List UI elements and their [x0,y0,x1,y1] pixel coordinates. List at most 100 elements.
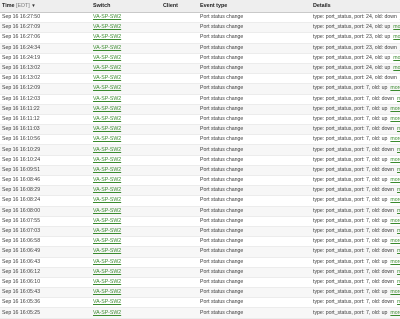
switch-link[interactable]: VA-SP-SW2 [93,96,121,102]
column-header-switch[interactable]: Switch [91,0,161,13]
switch-link[interactable]: VA-SP-SW2 [93,14,121,20]
more-details-link[interactable]: more » [390,177,400,183]
cell-details: type: port_status, port: 24, old: upmore… [311,63,400,73]
table-row: Sep 16 16:06:58VA-SP-SW2Port status chan… [0,237,400,247]
details-text: type: port_status, port: 7, old: up [313,85,387,91]
cell-switch: VA-SP-SW2 [91,277,161,287]
column-header-time[interactable]: Time [EDT] ▼ [0,0,91,13]
cell-time: Sep 16 16:06:12 [0,267,91,277]
more-details-link[interactable]: more » [393,34,400,40]
switch-link[interactable]: VA-SP-SW2 [93,208,121,214]
more-details-link[interactable]: more » [390,259,400,265]
more-details-link[interactable]: more » [393,65,400,71]
switch-link[interactable]: VA-SP-SW2 [93,147,121,153]
cell-event-type: Port status change [198,135,311,145]
more-details-link[interactable]: more » [390,136,400,142]
more-details-link[interactable]: more » [390,238,400,244]
cell-details: type: port_status, port: 7, old: upmore … [311,196,400,206]
switch-link[interactable]: VA-SP-SW2 [93,34,121,40]
cell-client [161,74,198,84]
table-row: Sep 16 16:06:12VA-SP-SW2Port status chan… [0,267,400,277]
sort-descending-icon[interactable]: ▼ [31,3,35,8]
more-details-link[interactable]: more » [390,310,400,316]
cell-time: Sep 16 16:10:29 [0,145,91,155]
switch-link[interactable]: VA-SP-SW2 [93,218,121,224]
more-details-link[interactable]: more » [390,85,400,91]
switch-link[interactable]: VA-SP-SW2 [93,55,121,61]
cell-details: type: port_status, port: 7, old: upmore … [311,155,400,165]
details-text: type: port_status, port: 7, old: down [313,299,394,305]
details-text: type: port_status, port: 7, old: up [313,116,387,122]
switch-link[interactable]: VA-SP-SW2 [93,269,121,275]
switch-link[interactable]: VA-SP-SW2 [93,45,121,51]
details-text: type: port_status, port: 24, old: down [313,14,397,20]
cell-event-type: Port status change [198,53,311,63]
cell-client [161,23,198,33]
switch-link[interactable]: VA-SP-SW2 [93,289,121,295]
table-row: Sep 16 16:13:02VA-SP-SW2Port status chan… [0,63,400,73]
switch-link[interactable]: VA-SP-SW2 [93,167,121,173]
switch-link[interactable]: VA-SP-SW2 [93,75,121,81]
cell-switch: VA-SP-SW2 [91,257,161,267]
cell-time: Sep 16 16:06:10 [0,277,91,287]
switch-link[interactable]: VA-SP-SW2 [93,85,121,91]
cell-details: type: port_status, port: 7, old: downmor… [311,94,400,104]
switch-link[interactable]: VA-SP-SW2 [93,197,121,203]
cell-switch: VA-SP-SW2 [91,165,161,175]
switch-link[interactable]: VA-SP-SW2 [93,106,121,112]
more-details-link[interactable]: more » [393,55,400,61]
more-details-link[interactable]: more » [390,106,400,112]
cell-client [161,237,198,247]
cell-time: Sep 16 16:10:24 [0,155,91,165]
more-details-link[interactable]: more » [390,116,400,122]
cell-event-type: Port status change [198,104,311,114]
cell-switch: VA-SP-SW2 [91,237,161,247]
cell-event-type: Port status change [198,298,311,308]
cell-client [161,298,198,308]
more-details-link[interactable]: more » [390,218,400,224]
cell-client [161,135,198,145]
column-header-details[interactable]: Details [311,0,400,13]
cell-switch: VA-SP-SW2 [91,63,161,73]
table-row: Sep 16 16:11:22VA-SP-SW2 Port status chan… [0,104,400,114]
switch-link[interactable]: VA-SP-SW2 [93,248,121,254]
more-details-link[interactable]: more » [393,24,400,30]
details-text: type: port_status, port: 7, old: up [313,238,387,244]
cell-switch: VA-SP-SW2 [91,267,161,277]
cell-event-type: Port status change [198,33,311,43]
more-details-link[interactable]: more » [390,157,400,163]
switch-link[interactable]: VA-SP-SW2 [93,299,121,305]
cell-client [161,84,198,94]
table-row: Sep 16 16:08:00VA-SP-SW2Port status chan… [0,206,400,216]
column-header-client[interactable]: Client [161,0,198,13]
table-row: Sep 16 16:27:06VA-SP-SW2Port status chan… [0,33,400,43]
cell-time: Sep 16 16:11:22 [0,104,91,114]
cell-client [161,165,198,175]
table-row: Sep 16 16:13:02VA-SP-SW2Port status chan… [0,74,400,84]
switch-link[interactable]: VA-SP-SW2 [93,24,121,30]
cell-client [161,63,198,73]
more-details-link[interactable]: more » [390,197,400,203]
table-row: Sep 16 16:12:09VA-SP-SW2Port status chan… [0,84,400,94]
cell-details: type: port_status, port: 7, old: downmor… [311,125,400,135]
cell-details: type: port_status, port: 23, old: downmo… [311,43,400,53]
column-header-event-type[interactable]: Event type [198,0,311,13]
cell-time: Sep 16 16:13:02 [0,74,91,84]
more-details-link[interactable]: more » [390,289,400,295]
cell-switch: VA-SP-SW2 [91,43,161,53]
switch-link[interactable]: VA-SP-SW2 [93,126,121,132]
switch-link[interactable]: VA-SP-SW2 [93,65,121,71]
switch-link[interactable]: VA-SP-SW2 [93,259,121,265]
switch-link[interactable]: VA-SP-SW2 [93,310,121,316]
switch-link[interactable]: VA-SP-SW2 [93,136,121,142]
switch-link[interactable]: VA-SP-SW2 [93,177,121,183]
switch-link[interactable]: VA-SP-SW2 [93,187,121,193]
switch-link[interactable]: VA-SP-SW2 [93,238,121,244]
switch-link[interactable]: VA-SP-SW2 [93,116,121,122]
switch-link[interactable]: VA-SP-SW2 [93,157,121,163]
cell-switch: VA-SP-SW2 [91,94,161,104]
cell-event-type: Port status change [198,277,311,287]
cell-details: type: port_status, port: 24, old: downmo… [311,74,400,84]
cell-time: Sep 16 16:10:56 [0,135,91,145]
switch-link[interactable]: VA-SP-SW2 [93,228,121,234]
